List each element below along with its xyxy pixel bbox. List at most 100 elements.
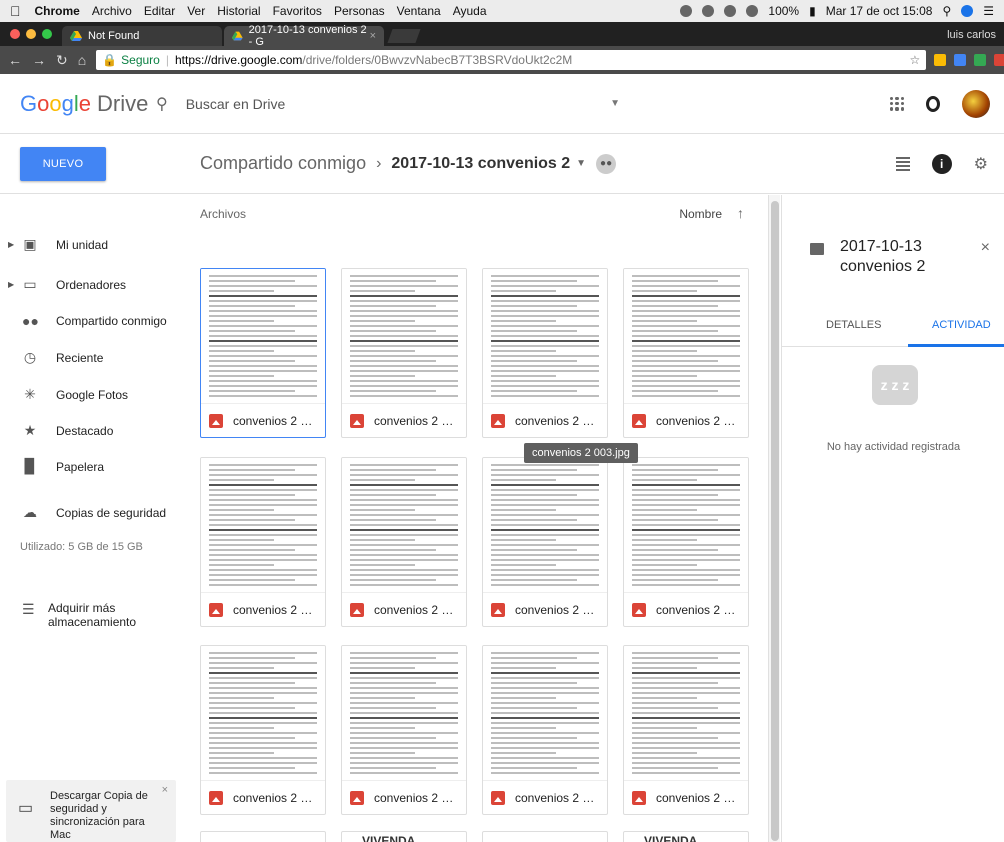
shared-people-icon[interactable]: ●● [596, 153, 617, 174]
file-thumbnail[interactable] [201, 458, 325, 592]
minimize-window-button[interactable] [26, 29, 36, 39]
file-caption[interactable]: convenios 2 003.j... [483, 403, 607, 437]
file-thumbnail[interactable] [624, 458, 748, 592]
sidebar-item-fotos[interactable]: ✳ Google Fotos [0, 377, 187, 412]
file-card[interactable] [482, 831, 608, 842]
menu-ventana[interactable]: Ventana [397, 4, 441, 18]
file-card[interactable]: convenios 2 006.j... [341, 457, 467, 627]
sort-direction-icon[interactable]: ↑ [737, 205, 744, 221]
sidebar-item-ordenadores[interactable]: ▶ ▭ Ordenadores [0, 267, 187, 302]
new-tab-button[interactable] [387, 29, 421, 43]
menu-historial[interactable]: Historial [217, 4, 260, 18]
file-card[interactable]: convenios 2 004.j... [623, 268, 749, 438]
backup-promo-card[interactable]: ▭ Descargar Copia de seguridad y sincron… [6, 780, 176, 842]
profile-name[interactable]: luis carlos [939, 29, 1004, 46]
sidebar-item-reciente[interactable]: ◷ Reciente [0, 340, 187, 375]
file-thumbnail[interactable] [483, 458, 607, 592]
apps-grid-icon[interactable] [890, 96, 904, 111]
browser-tab-active[interactable]: 2017-10-13 convenios 2 - G × [224, 24, 384, 48]
sidebar-item-papelera[interactable]: ▉ Papelera [0, 449, 187, 484]
file-card[interactable]: convenios 2 007.j... [482, 457, 608, 627]
home-icon[interactable]: ⌂ [78, 52, 86, 68]
file-thumbnail[interactable] [624, 269, 748, 403]
file-card[interactable]: convenios 2 012.j... [623, 645, 749, 815]
file-caption[interactable]: convenios 2 006.j... [342, 592, 466, 626]
notification-center-icon[interactable]: ☰ [983, 4, 994, 18]
siri-icon[interactable] [961, 5, 974, 17]
file-caption[interactable]: convenios 2 002.j... [342, 403, 466, 437]
menu-favoritos[interactable]: Favoritos [273, 4, 322, 18]
zoom-window-button[interactable] [42, 29, 52, 39]
file-thumbnail[interactable] [483, 269, 607, 403]
menu-personas[interactable]: Personas [334, 4, 385, 18]
search-options-icon[interactable]: ▼ [610, 98, 620, 109]
battery-percent[interactable]: 100% [768, 4, 799, 18]
address-bar[interactable]: 🔒 Seguro | https://drive.google.com /dri… [96, 50, 927, 70]
menu-archivo[interactable]: Archivo [92, 4, 132, 18]
tray-app-icon[interactable] [702, 5, 715, 17]
google-drive-logo[interactable]: Google Drive [0, 91, 148, 117]
sidebar-item-compartido[interactable]: ●● Compartido conmigo [0, 303, 187, 338]
file-caption[interactable]: convenios 2 004.j... [624, 403, 748, 437]
search-input[interactable]: Buscar en Drive [186, 96, 610, 112]
scrollbar[interactable] [768, 195, 780, 842]
file-card[interactable] [200, 831, 326, 842]
sidebar-item-destacado[interactable]: ★ Destacado [0, 413, 187, 448]
breadcrumb-current[interactable]: 2017-10-13 convenios 2 [391, 155, 570, 173]
sidebar-item-copias[interactable]: ☁ Copias de seguridad [0, 495, 187, 530]
file-card[interactable]: convenios 2 002.j... [341, 268, 467, 438]
file-thumbnail[interactable] [201, 269, 325, 403]
file-thumbnail[interactable] [201, 646, 325, 780]
expand-arrow-icon[interactable]: ▶ [8, 280, 14, 289]
extension-icon[interactable] [994, 54, 1004, 66]
tab-details[interactable]: DETALLES [826, 319, 881, 331]
close-icon[interactable]: × [162, 784, 168, 796]
reload-icon[interactable]: ↻ [56, 52, 68, 69]
notifications-icon[interactable] [926, 95, 940, 112]
file-thumbnail[interactable] [342, 646, 466, 780]
close-icon[interactable]: × [981, 239, 990, 257]
menu-ver[interactable]: Ver [187, 4, 205, 18]
search-box[interactable]: ⚲ Buscar en Drive ▼ [146, 85, 630, 123]
bluetooth-icon[interactable] [724, 5, 737, 17]
file-caption[interactable]: convenios 2 001.j... [201, 403, 325, 437]
tray-app-icon[interactable] [680, 5, 693, 17]
file-card[interactable]: convenios 2 008.j... [623, 457, 749, 627]
menu-editar[interactable]: Editar [144, 4, 175, 18]
file-card[interactable]: convenios 2 001.j... [200, 268, 326, 438]
menu-clock[interactable]: Mar 17 de oct 15:08 [826, 4, 933, 18]
wifi-icon[interactable] [746, 5, 759, 17]
list-view-icon[interactable] [895, 156, 910, 171]
file-caption[interactable]: convenios 2 005.j... [201, 592, 325, 626]
extension-icon[interactable] [934, 54, 947, 66]
info-icon[interactable]: i [931, 153, 952, 174]
bookmark-star-icon[interactable]: ☆ [909, 53, 920, 67]
chevron-down-icon[interactable]: ▼ [576, 158, 586, 169]
forward-icon[interactable]: → [32, 52, 46, 68]
browser-tab[interactable]: Not Found [62, 26, 222, 46]
file-card[interactable]: convenios 2 003.j... [482, 268, 608, 438]
extension-icon[interactable] [974, 54, 987, 66]
battery-icon[interactable]: ▮ [809, 4, 816, 18]
file-caption[interactable]: convenios 2 008.j... [624, 592, 748, 626]
spotlight-icon[interactable]: ⚲ [942, 4, 951, 18]
file-card[interactable]: VIVENDA [341, 831, 467, 842]
back-icon[interactable]: ← [8, 52, 22, 68]
scrollbar-thumb[interactable] [771, 201, 779, 841]
file-caption[interactable]: convenios 2 012.j... [624, 780, 748, 814]
lock-icon[interactable]: 🔒 [102, 53, 117, 67]
close-window-button[interactable] [10, 29, 20, 39]
expand-arrow-icon[interactable]: ▶ [8, 240, 14, 249]
file-caption[interactable]: convenios 2 007.j... [483, 592, 607, 626]
file-thumbnail[interactable] [624, 646, 748, 780]
file-card[interactable]: VIVENDA [623, 831, 749, 842]
avatar[interactable] [962, 89, 990, 118]
apple-icon[interactable]:  [10, 3, 21, 19]
tab-activity[interactable]: ACTIVIDAD [932, 319, 991, 331]
file-caption[interactable]: convenios 2 009.j... [201, 780, 325, 814]
menu-ayuda[interactable]: Ayuda [453, 4, 487, 18]
sidebar-item-mi-unidad[interactable]: ▶ ▣ Mi unidad [0, 227, 187, 262]
file-caption[interactable]: convenios 2 011.j... [483, 780, 607, 814]
sort-by-name-button[interactable]: Nombre [679, 207, 722, 221]
file-card[interactable]: convenios 2 010.j... [341, 645, 467, 815]
